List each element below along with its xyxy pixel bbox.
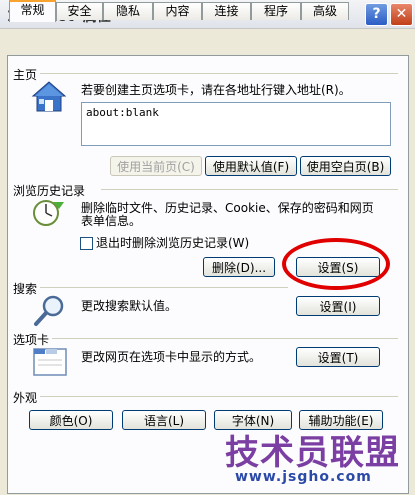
tab-advanced[interactable]: 高级 [301,2,349,20]
tabs-description: 更改网页在选项卡中显示的方式。 [81,350,262,364]
home-description: 若要创建主页选项卡，请在各地址行键入地址(R)。 [81,83,351,97]
home-address-field[interactable]: about:blank [81,102,391,146]
delete-on-exit-label: 退出时删除浏览历史记录(W) [96,236,250,250]
close-button[interactable]: ✕ [390,3,413,26]
search-description: 更改搜索默认值。 [81,299,178,313]
tabs-settings-button[interactable]: 设置(T) [296,347,380,367]
divider [40,396,398,397]
delete-history-button[interactable]: 删除(D)... [203,257,275,277]
tab-connections[interactable]: 连接 [202,2,251,20]
house-icon [31,81,67,112]
magnifier-icon [34,295,64,326]
divider [40,287,288,288]
history-description-line2: 表单信息。 [81,214,142,228]
clock-icon [33,200,64,226]
tabs-window-icon [33,348,67,376]
divider [101,189,398,190]
highlight-ellipse [282,238,390,290]
watermark: 技术员联盟 www.jsgho.com [225,425,410,493]
languages-button[interactable]: 语言(L) [122,410,206,430]
tab-programs[interactable]: 程序 [251,2,301,20]
tab-privacy[interactable]: 隐私 [103,2,153,20]
search-settings-button[interactable]: 设置(I) [296,296,380,316]
use-default-button[interactable]: 使用默认值(F) [205,156,297,176]
tab-security[interactable]: 安全 [56,2,103,20]
tab-content[interactable]: 内容 [153,2,202,20]
divider [40,73,398,74]
divider [52,338,398,339]
tab-general[interactable]: 常规 [9,0,56,22]
watermark-url: www.jsgho.com [235,469,372,485]
history-description-line1: 删除临时文件、历史记录、Cookie、保存的密码和网页 [81,201,374,215]
use-current-button[interactable]: 使用当前页(C) [110,156,202,176]
appearance-group-label: 外观 [13,391,38,405]
colors-button[interactable]: 颜色(O) [29,410,113,430]
watermark-brand: 技术员联盟 [225,433,400,473]
delete-on-exit-checkbox[interactable] [80,237,93,250]
help-button[interactable]: ? [365,3,388,26]
use-blank-button[interactable]: 使用空白页(B) [300,156,391,176]
